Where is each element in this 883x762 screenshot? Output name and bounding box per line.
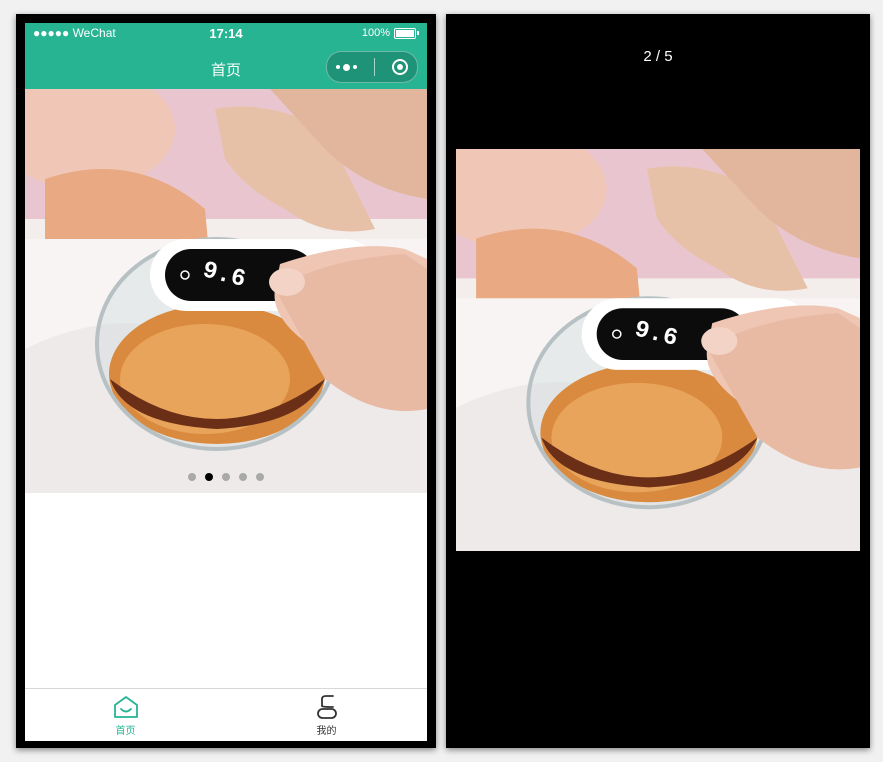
tab-home-label: 首页 [115,726,136,737]
nav-bar: 首页 [25,43,427,89]
battery-nub [417,31,419,35]
image-preview-screen: 2 / 5 [446,14,870,748]
preview-photo[interactable] [456,149,860,551]
battery-status: 100% [362,27,419,39]
preview-image[interactable] [456,149,860,551]
phone-frame-left: ●●●●● WeChat 17:14 100% 首页 首页 我的 [16,14,436,748]
home-icon [113,696,138,718]
indicator-dot[interactable] [239,473,247,481]
battery-percent: 100% [361,27,390,39]
image-counter: 2 / 5 [643,48,673,65]
more-icon[interactable] [335,63,357,71]
swiper-indicator [25,473,427,481]
battery-icon [394,27,416,39]
indicator-dot[interactable] [256,473,264,481]
tab-bar: 首页 我的 [25,688,427,741]
tab-home[interactable]: 首页 [25,689,226,741]
swiper-photo[interactable] [25,89,427,493]
indicator-dot[interactable] [188,473,196,481]
miniprogram-screen: ●●●●● WeChat 17:14 100% 首页 首页 我的 [25,23,427,741]
tab-mine-label: 我的 [316,726,337,737]
capsule-divider [373,58,375,76]
image-swiper[interactable] [25,89,427,493]
indicator-dot-active[interactable] [205,473,213,481]
user-icon [316,695,337,719]
capsule-menu [326,51,418,83]
indicator-dot[interactable] [222,473,230,481]
close-miniprogram-icon[interactable] [392,59,409,75]
tab-mine[interactable]: 我的 [226,689,427,741]
